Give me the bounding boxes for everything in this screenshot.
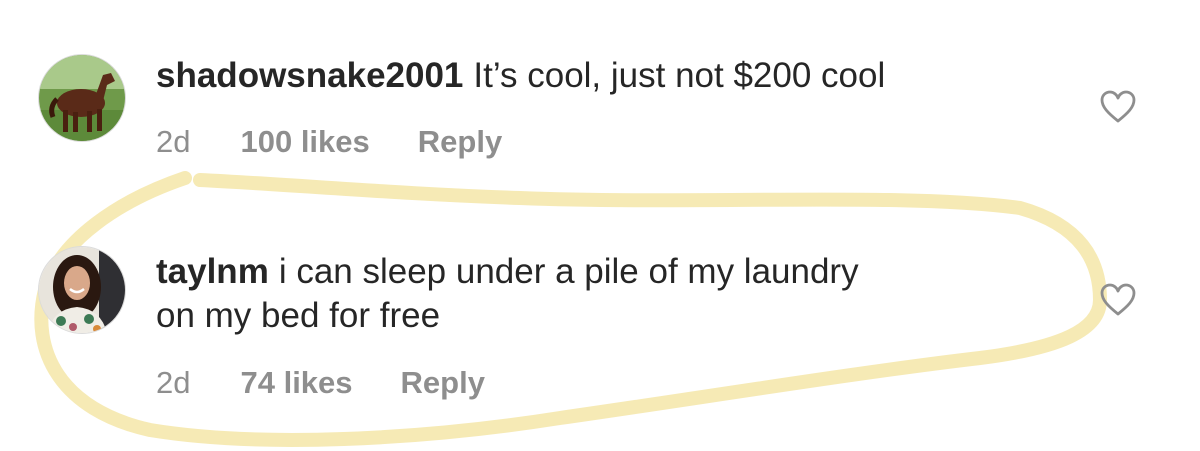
comment-text: taylnm i can sleep under a pile of my lau… xyxy=(156,250,859,338)
comment-username[interactable]: taylnm xyxy=(156,252,269,291)
horse-avatar[interactable] xyxy=(38,54,126,142)
comment-time: 2d xyxy=(156,124,191,159)
comment-body: It’s cool, just not $200 cool xyxy=(473,56,886,95)
comment-time: 2d xyxy=(156,365,191,400)
comment-meta: 2d 74 likes Reply xyxy=(156,365,485,401)
reply-button[interactable]: Reply xyxy=(401,365,485,401)
comment-text: shadowsnake2001 It’s cool, just not $200 … xyxy=(156,54,885,98)
comment-likes[interactable]: 74 likes xyxy=(240,365,352,401)
comment-username[interactable]: shadowsnake2001 xyxy=(156,56,463,95)
heart-outline-icon[interactable] xyxy=(1100,283,1136,317)
profile-photo-avatar[interactable] xyxy=(38,246,126,334)
comment-body-line-2: on my bed for free xyxy=(156,296,441,335)
comment-meta: 2d 100 likes Reply xyxy=(156,124,502,160)
comment-likes[interactable]: 100 likes xyxy=(240,124,369,160)
comment-body-line-1: i can sleep under a pile of my laundry xyxy=(278,252,859,291)
reply-button[interactable]: Reply xyxy=(418,124,502,160)
comments-screen: shadowsnake2001 It’s cool, just not $200 … xyxy=(0,0,1200,451)
heart-outline-icon[interactable] xyxy=(1100,90,1136,124)
